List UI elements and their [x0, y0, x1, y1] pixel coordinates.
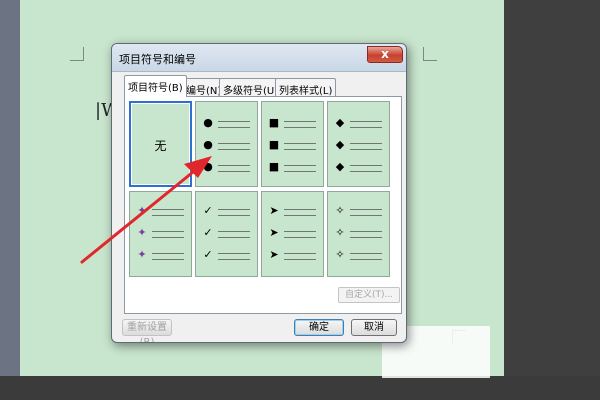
annotation-arrow-shaft [80, 166, 200, 264]
tab-bullets[interactable]: 项目符号(B) [124, 75, 187, 97]
annotation-arrow [80, 156, 212, 264]
